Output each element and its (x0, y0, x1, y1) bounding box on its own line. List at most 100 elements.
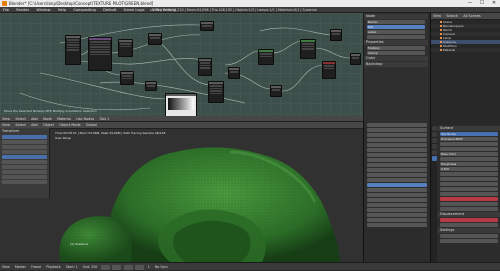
node-viewer[interactable] (350, 53, 361, 65)
pfield[interactable] (440, 147, 498, 151)
transform-field[interactable] (367, 193, 427, 197)
pfield[interactable] (440, 177, 498, 181)
maximize-button[interactable]: ☐ (476, 0, 488, 7)
node-material-output[interactable] (322, 61, 336, 79)
node-properties-title[interactable]: Properties (364, 40, 428, 45)
outliner-display-mode[interactable]: All Scenes (461, 13, 482, 19)
transform-field[interactable] (367, 198, 427, 202)
transform-field[interactable] (367, 133, 427, 137)
tool-field[interactable] (2, 170, 47, 174)
node-backdrop-title[interactable]: Backdrop (364, 62, 428, 67)
pfield[interactable] (440, 187, 498, 191)
transform-field[interactable] (367, 203, 427, 207)
node-displacement[interactable] (270, 85, 282, 97)
pfield[interactable] (440, 182, 498, 186)
outliner-item[interactable]: Material (431, 48, 500, 52)
pfield[interactable] (440, 234, 498, 238)
clamp-checkbox[interactable]: Clamp (367, 51, 425, 55)
minimize-button[interactable]: — (464, 0, 476, 7)
base-color-field[interactable]: Base Color (440, 152, 498, 156)
transform-field[interactable] (367, 128, 427, 132)
close-button[interactable]: ✕ (488, 0, 500, 7)
node-color-ramp[interactable] (148, 33, 162, 45)
play-icon[interactable] (123, 264, 133, 270)
node-image-preview[interactable] (165, 93, 197, 117)
use-nodes-button[interactable]: Use Nodes (440, 132, 498, 136)
displacement-panel-title[interactable]: Displacement (438, 212, 500, 217)
node-label-field[interactable] (367, 35, 425, 39)
jump-start-icon[interactable] (101, 264, 111, 270)
node-texture-coordinate[interactable] (65, 35, 81, 65)
tool-field[interactable] (2, 175, 47, 179)
node-principled-bsdf[interactable] (258, 49, 274, 65)
red-slider-field[interactable] (440, 218, 498, 222)
red-slider-field[interactable] (440, 197, 498, 201)
pfield[interactable] (440, 157, 498, 161)
pfield[interactable] (440, 142, 498, 146)
pfield[interactable] (440, 223, 498, 227)
node-mix[interactable] (198, 58, 212, 76)
node-reroute[interactable] (330, 29, 342, 41)
modifier-tab-icon[interactable] (431, 150, 437, 155)
world-tab-icon[interactable] (431, 138, 437, 143)
transform-field[interactable] (367, 188, 427, 192)
node-mix-rgb[interactable] (208, 81, 224, 103)
outliner-search[interactable]: Search (444, 13, 460, 19)
tool-field[interactable] (2, 180, 47, 184)
settings-panel-title[interactable]: Settings (438, 228, 500, 233)
tool-field[interactable] (2, 145, 47, 149)
transform-field[interactable] (367, 158, 427, 162)
transform-field[interactable] (367, 163, 427, 167)
tool-field[interactable] (2, 155, 47, 159)
tool-field[interactable] (2, 135, 47, 139)
pfield[interactable] (440, 239, 498, 243)
transform-field[interactable] (367, 223, 427, 227)
scene-tab-icon[interactable] (431, 132, 437, 137)
transform-field[interactable] (367, 148, 427, 152)
transform-field[interactable] (367, 178, 427, 182)
tool-field[interactable] (2, 165, 47, 169)
transform-field[interactable] (367, 213, 427, 217)
node-color-title[interactable]: Color (364, 56, 428, 61)
pfield[interactable] (440, 207, 498, 211)
transform-field[interactable] (367, 143, 427, 147)
node-mix-shader[interactable] (300, 39, 316, 59)
object-tab-icon[interactable] (431, 144, 437, 149)
transform-field[interactable] (367, 173, 427, 177)
node-noise-texture[interactable] (88, 37, 112, 71)
transform-field[interactable] (367, 123, 427, 127)
3d-viewport[interactable]: View Select Add Object Object Mode Globa… (0, 122, 363, 262)
tool-field[interactable] (2, 160, 47, 164)
properties-editor: Surface Use Nodes Principled BSDF Base C… (430, 125, 500, 262)
jump-end-icon[interactable] (134, 264, 144, 270)
blend-type-select[interactable]: Multiply (367, 46, 425, 50)
transform-field[interactable] (367, 138, 427, 142)
mesh-icon (440, 41, 442, 43)
transform-field[interactable] (367, 218, 427, 222)
node-editor[interactable]: View Select Add Node Material Use Nodes … (0, 13, 363, 122)
node-math[interactable] (120, 71, 134, 85)
node-value[interactable] (200, 21, 214, 31)
transform-field[interactable] (367, 208, 427, 212)
node-mapping[interactable] (118, 39, 133, 57)
tool-field[interactable] (2, 150, 47, 154)
node-invert[interactable] (228, 67, 240, 79)
transform-field[interactable] (367, 153, 427, 157)
surface-panel-title[interactable]: Surface (438, 126, 500, 131)
node-name-field[interactable]: Mix (367, 25, 425, 29)
outliner-menu-view[interactable]: View (431, 13, 443, 19)
pfield[interactable] (440, 202, 498, 206)
node-bump[interactable] (145, 81, 157, 91)
tool-shelf-title[interactable]: Transform (0, 129, 49, 134)
pfield[interactable] (440, 172, 498, 176)
play-reverse-icon[interactable] (112, 264, 122, 270)
tool-field[interactable] (2, 140, 47, 144)
transform-field-selected[interactable] (367, 183, 427, 187)
surface-shader-select[interactable]: Principled BSDF (440, 137, 498, 141)
render-tab-icon[interactable] (431, 126, 437, 131)
node-panel-title[interactable]: Node (364, 14, 428, 19)
pfield[interactable] (440, 192, 498, 196)
transform-field[interactable] (367, 168, 427, 172)
material-tab-icon[interactable] (431, 156, 437, 161)
roughness-field[interactable]: 0.500 (440, 167, 498, 171)
